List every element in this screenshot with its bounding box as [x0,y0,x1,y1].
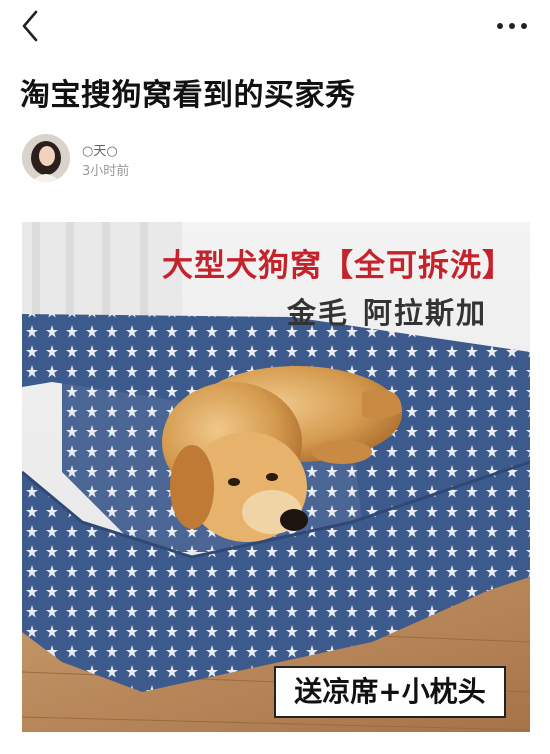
breed-alaskan: 阿拉斯加 [363,296,488,330]
breed-golden: 金毛 [287,296,350,330]
post-title: 淘宝搜狗窝看到的买家秀 [20,78,356,113]
avatar[interactable] [22,134,70,182]
promo-badge: 送凉席+小枕头 [274,666,506,718]
author-info[interactable]: ○天○ 3小时前 [22,134,322,186]
author-name[interactable]: ○天○ [82,140,118,159]
promo-subline: 金毛 阿拉斯加 [287,290,501,332]
post-image[interactable]: 大型犬狗窝【全可拆洗】 金毛 阿拉斯加 送凉席+小枕头 [22,222,530,732]
promo-headline: 大型犬狗窝【全可拆洗】 [162,248,514,284]
chevron-left-icon[interactable] [16,8,46,44]
more-dots-icon[interactable] [494,14,530,38]
top-bar [0,0,550,56]
post-time: 3小时前 [82,164,130,179]
